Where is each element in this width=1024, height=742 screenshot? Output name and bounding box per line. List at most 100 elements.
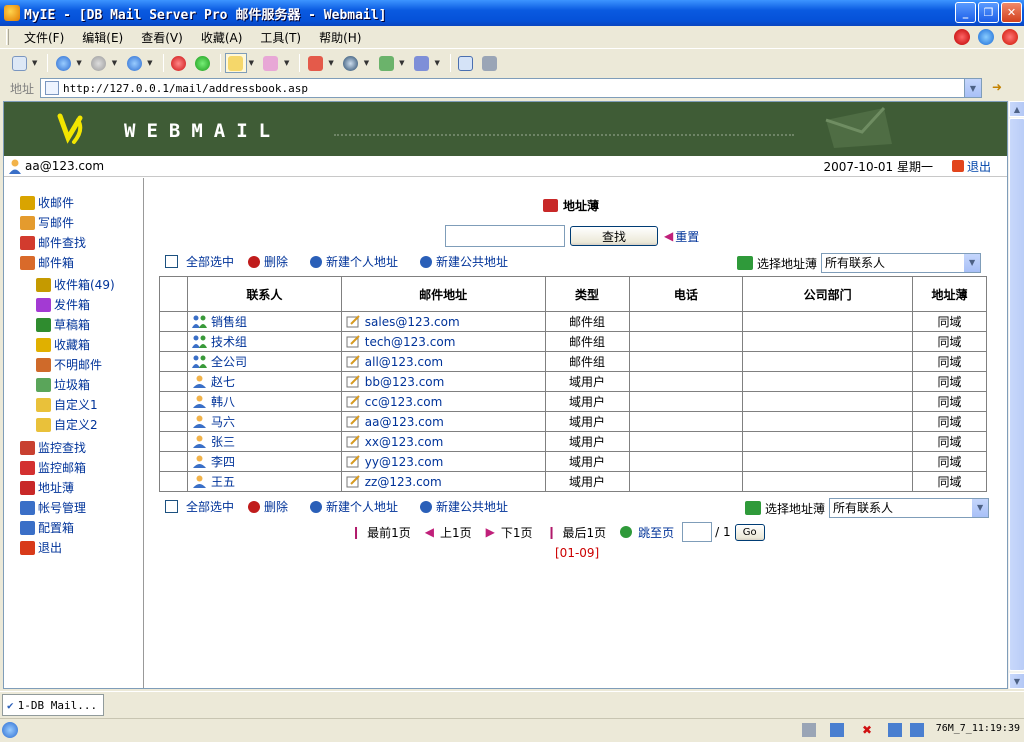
row-checkbox-cell[interactable] — [159, 451, 188, 472]
mask-icon[interactable] — [260, 53, 282, 73]
sidebar-item[interactable]: 收藏箱 — [36, 336, 90, 353]
email-link[interactable]: tech@123.com — [365, 335, 456, 349]
select-all-bottom[interactable]: 全部选中 — [165, 498, 234, 515]
column-header[interactable]: 联系人 — [186, 276, 342, 312]
block-icon[interactable]: ✖ — [862, 723, 876, 737]
search-input[interactable] — [445, 225, 565, 247]
menu-tools[interactable]: 工具(T) — [251, 29, 310, 46]
window-icon[interactable] — [455, 53, 477, 73]
search-button[interactable]: 查找 — [570, 226, 658, 246]
column-header[interactable]: 地址薄 — [912, 276, 987, 312]
collect-icon[interactable] — [375, 53, 397, 73]
sidebar-item[interactable]: 草稿箱 — [36, 316, 90, 333]
row-checkbox-cell[interactable] — [159, 411, 188, 432]
reset-link[interactable]: ◀ 重置 — [664, 228, 699, 245]
browser-tab[interactable]: ✔ 1-DB Mail... — [2, 694, 104, 716]
new-personal-button[interactable]: 新建个人地址 — [310, 498, 398, 515]
address-dropdown-icon[interactable]: ▼ — [964, 79, 981, 97]
minimize-button[interactable]: _ — [955, 2, 976, 23]
address-url[interactable]: http://127.0.0.1/mail/addressbook.asp — [63, 82, 308, 95]
row-checkbox-cell[interactable] — [159, 391, 188, 412]
contact-name[interactable]: 马六 — [211, 413, 235, 430]
row-checkbox-cell[interactable] — [159, 471, 188, 492]
delete-button[interactable]: 删除 — [248, 253, 288, 270]
contact-name[interactable]: 赵七 — [211, 373, 235, 390]
refresh-icon[interactable] — [192, 53, 214, 73]
sidebar-item[interactable]: 不明邮件 — [36, 356, 102, 373]
home-icon[interactable] — [123, 53, 145, 73]
table-row[interactable]: 张三 xx@123.com 域用户 同域 — [159, 431, 987, 452]
select-all-checkbox[interactable] — [165, 500, 178, 513]
scroll-up-icon[interactable]: ▲ — [1009, 101, 1024, 117]
sidebar-item[interactable]: 自定义2 — [36, 416, 98, 433]
mail-icon[interactable] — [411, 53, 433, 73]
contact-name[interactable]: 王五 — [211, 473, 235, 490]
go-arrow-icon[interactable]: ➜ — [992, 80, 1010, 96]
email-link[interactable]: xx@123.com — [365, 435, 444, 449]
menu-favorites[interactable]: 收藏(A) — [192, 29, 252, 46]
jump-link[interactable]: 跳至页 — [620, 524, 674, 541]
table-row[interactable]: 韩八 cc@123.com 域用户 同域 — [159, 391, 987, 412]
row-checkbox-cell[interactable] — [159, 431, 188, 452]
menu-edit[interactable]: 编辑(E) — [73, 29, 132, 46]
table-row[interactable]: 全公司 all@123.com 邮件组 同域 — [159, 351, 987, 372]
email-link[interactable]: yy@123.com — [365, 455, 444, 469]
table-row[interactable]: 赵七 bb@123.com 域用户 同域 — [159, 371, 987, 392]
vertical-scrollbar[interactable]: ▲ ▼ — [1008, 101, 1024, 689]
select-all[interactable]: 全部选中 — [165, 253, 234, 270]
table-row[interactable]: 王五 zz@123.com 域用户 同域 — [159, 471, 987, 492]
column-header[interactable]: 电话 — [628, 276, 744, 312]
column-header[interactable]: 公司部门 — [742, 276, 914, 312]
sidebar-item[interactable]: 退出 — [20, 539, 62, 556]
scroll-thumb[interactable] — [1009, 118, 1024, 671]
menu-view[interactable]: 查看(V) — [132, 29, 192, 46]
email-link[interactable]: sales@123.com — [365, 315, 460, 329]
email-link[interactable]: bb@123.com — [365, 375, 445, 389]
sidebar-item[interactable]: 配置箱 — [20, 519, 74, 536]
prev-page-link[interactable]: ◀ 上1页 — [425, 524, 472, 541]
contact-name[interactable]: 李四 — [211, 453, 235, 470]
menu-file[interactable]: 文件(F) — [15, 29, 73, 46]
sidebar-item[interactable]: 收件箱(49) — [36, 276, 115, 293]
sidebar-item[interactable]: 发件箱 — [36, 296, 90, 313]
contact-name[interactable]: 技术组 — [211, 333, 247, 350]
popup-icon[interactable] — [830, 723, 844, 737]
column-header[interactable]: 类型 — [544, 276, 630, 312]
email-link[interactable]: zz@123.com — [365, 475, 442, 489]
forward-icon[interactable] — [88, 53, 110, 73]
close-button[interactable]: ✕ — [1001, 2, 1022, 23]
contact-name[interactable]: 销售组 — [211, 313, 247, 330]
menu-help[interactable]: 帮助(H) — [310, 29, 370, 46]
contact-name[interactable]: 韩八 — [211, 393, 235, 410]
back-icon[interactable] — [52, 53, 74, 73]
sidebar-item[interactable]: 监控查找 — [20, 439, 86, 456]
globe-icon[interactable] — [978, 29, 994, 45]
scroll-down-icon[interactable]: ▼ — [1009, 673, 1024, 689]
last-page-link[interactable]: ❙ 最后1页 — [546, 524, 606, 541]
row-checkbox-cell[interactable] — [159, 371, 188, 392]
new-window-icon[interactable] — [8, 53, 30, 73]
mouse-gesture-icon[interactable] — [954, 29, 970, 45]
email-link[interactable]: all@123.com — [365, 355, 443, 369]
select-all-checkbox[interactable] — [165, 255, 178, 268]
email-link[interactable]: aa@123.com — [365, 415, 444, 429]
new-public-button[interactable]: 新建公共地址 — [420, 253, 508, 270]
table-row[interactable]: 马六 aa@123.com 域用户 同域 — [159, 411, 987, 432]
page-number-input[interactable] — [682, 522, 713, 542]
delete-button[interactable]: 删除 — [248, 498, 288, 515]
contact-name[interactable]: 张三 — [211, 433, 235, 450]
sidebar-item[interactable]: 写邮件 — [20, 214, 74, 231]
table-row[interactable]: 销售组 sales@123.com 邮件组 同域 — [159, 311, 987, 332]
sidebar-item[interactable]: 邮件箱 — [20, 254, 74, 271]
page-icon[interactable] — [224, 53, 247, 73]
sidebar-item[interactable]: 邮件查找 — [20, 234, 86, 251]
sidebar-item[interactable]: 垃圾箱 — [36, 376, 90, 393]
clean-icon[interactable] — [304, 53, 326, 73]
table-row[interactable]: 技术组 tech@123.com 邮件组 同域 — [159, 331, 987, 352]
next-page-link[interactable]: ▶ 下1页 — [486, 524, 533, 541]
go-button[interactable]: Go — [734, 523, 765, 541]
new-public-button[interactable]: 新建公共地址 — [420, 498, 508, 515]
logout-link[interactable]: 退出 — [951, 158, 991, 175]
sidebar-item[interactable]: 帐号管理 — [20, 499, 86, 516]
book-select-bottom[interactable]: 所有联系人 ▼ — [829, 498, 990, 518]
